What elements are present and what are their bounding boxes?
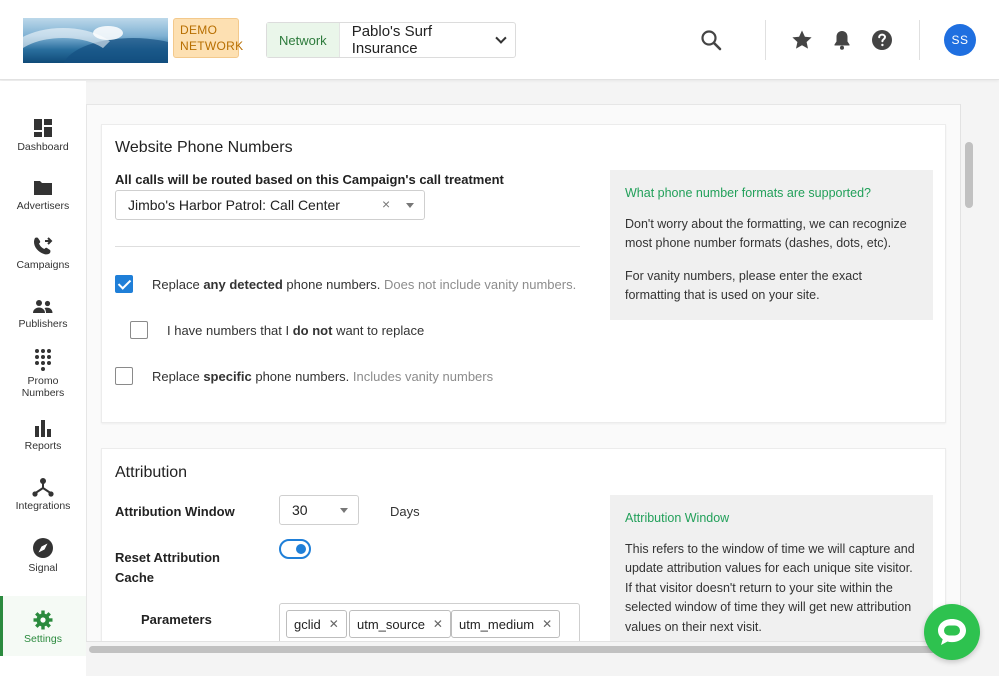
card-title: Attribution: [115, 464, 188, 481]
window-unit: Days: [390, 504, 420, 519]
sidebar-item-reports[interactable]: Reports: [0, 419, 86, 452]
sidebar-item-promo-numbers[interactable]: Promo Numbers: [0, 348, 86, 399]
sidebar-nav: Dashboard Advertisers Campaigns Publishe…: [0, 81, 86, 676]
option-label: Replace specific phone numbers. Includes…: [152, 368, 494, 384]
sidebar-item-integrations[interactable]: Integrations: [0, 477, 86, 512]
attribution-window-select[interactable]: 30: [279, 495, 359, 525]
chat-bubble-icon: [938, 619, 966, 645]
sidebar-item-publishers[interactable]: Publishers: [0, 299, 86, 330]
header-divider: [919, 20, 920, 60]
search-icon[interactable]: [699, 28, 723, 52]
attribution-window-value: 30: [292, 502, 308, 518]
remove-tag-icon[interactable]: ✕: [542, 617, 552, 631]
demo-badge-line1: DEMO: [180, 23, 218, 37]
demo-badge-line2: NETWORK: [180, 39, 244, 53]
brand-logo[interactable]: [23, 18, 168, 63]
replace-detected-checkbox[interactable]: [115, 275, 133, 293]
option-replace-specific[interactable]: Replace specific phone numbers. Includes…: [115, 367, 493, 385]
call-treatment-select[interactable]: Jimbo's Harbor Patrol: Call Center ×: [115, 190, 425, 220]
option-label: Replace any detected phone numbers. Does…: [152, 276, 577, 292]
sidebar-item-label: Integrations: [15, 500, 71, 512]
info-text: For vanity numbers, please enter the exa…: [625, 268, 862, 303]
phone-format-info: What phone number formats are supported?…: [610, 170, 933, 320]
dialpad-icon: [35, 349, 51, 371]
attribution-window-info: Attribution Window This refers to the wi…: [610, 495, 933, 655]
clear-icon[interactable]: ×: [382, 196, 390, 212]
website-phone-numbers-card: Website Phone Numbers All calls will be …: [101, 124, 946, 423]
info-title: What phone number formats are supported?: [625, 186, 871, 200]
sidebar-item-label: Settings: [24, 633, 62, 645]
replace-specific-checkbox[interactable]: [115, 367, 133, 385]
attribution-card: Attribution Attribution Window 30 Days R…: [101, 448, 946, 655]
sidebar-item-settings[interactable]: Settings: [0, 596, 86, 656]
sidebar-item-label-line2: Numbers: [21, 387, 65, 399]
info-text: Don't worry about the formatting, we can…: [625, 216, 907, 251]
sidebar-item-label: Campaigns: [16, 259, 70, 271]
option-exclude-numbers[interactable]: I have numbers that I do not want to rep…: [130, 321, 424, 339]
param-tag: utm_medium ✕: [451, 610, 561, 638]
remove-tag-icon[interactable]: ✕: [433, 617, 443, 631]
vertical-scrollbar[interactable]: [960, 104, 976, 656]
sidebar-item-signal[interactable]: Signal: [0, 537, 86, 574]
sidebar-item-dashboard[interactable]: Dashboard: [0, 118, 86, 153]
demo-network-badge: DEMO NETWORK: [173, 18, 244, 58]
caret-down-icon: [340, 508, 348, 513]
sidebar-item-label: Reports: [24, 440, 62, 452]
sidebar-item-label: Publishers: [18, 318, 68, 330]
chat-button[interactable]: [924, 604, 980, 660]
help-icon[interactable]: [870, 28, 894, 52]
reset-cache-toggle[interactable]: [279, 539, 311, 559]
card-title: Website Phone Numbers: [115, 139, 293, 156]
call-treatment-value: Jimbo's Harbor Patrol: Call Center: [128, 197, 340, 213]
folder-icon: [34, 181, 52, 195]
remove-tag-icon[interactable]: ✕: [329, 617, 339, 631]
bar-chart-icon: [35, 420, 51, 437]
sidebar-item-campaigns[interactable]: Campaigns: [0, 236, 86, 271]
scroll-thumb[interactable]: [965, 142, 973, 208]
network-label: Network: [267, 23, 340, 57]
sidebar-item-advertisers[interactable]: Advertisers: [0, 179, 86, 212]
sidebar-item-label: Signal: [28, 562, 58, 574]
top-bar: DEMO NETWORK Network Pablo's Surf Insura…: [0, 0, 999, 80]
sidebar-item-label: Dashboard: [17, 141, 69, 153]
routing-label: All calls will be routed based on this C…: [115, 172, 504, 187]
sidebar-item-label: Advertisers: [16, 200, 70, 212]
reset-cache-label: Reset Attribution Cache: [115, 550, 220, 585]
gear-icon: [33, 610, 53, 630]
exclude-numbers-checkbox[interactable]: [130, 321, 148, 339]
network-name: Pablo's Surf Insurance: [351, 23, 433, 57]
compass-icon: [33, 538, 53, 558]
dashboard-icon: [34, 119, 52, 137]
caret-down-icon: [406, 203, 414, 208]
param-tag: gclid ✕: [286, 610, 347, 638]
info-title: Attribution Window: [625, 511, 730, 525]
info-text: This refers to the window of time we wil…: [625, 541, 915, 634]
people-icon: [33, 300, 53, 313]
option-label: I have numbers that I do not want to rep…: [167, 322, 425, 338]
network-icon: [32, 478, 54, 497]
bell-icon[interactable]: [830, 28, 854, 52]
network-select[interactable]: Network Pablo's Surf Insurance: [266, 22, 516, 58]
main-content: Website Phone Numbers All calls will be …: [86, 104, 975, 656]
network-value[interactable]: Pablo's Surf Insurance: [340, 23, 515, 57]
header-divider: [765, 20, 766, 60]
option-replace-detected[interactable]: Replace any detected phone numbers. Does…: [115, 275, 576, 293]
sidebar-item-label-line1: Promo: [27, 375, 59, 387]
user-avatar[interactable]: SS: [944, 24, 976, 56]
attribution-window-label: Attribution Window: [115, 504, 235, 519]
phone-forward-icon: [34, 237, 53, 255]
parameters-label: Parameters: [141, 612, 212, 627]
divider: [115, 246, 580, 247]
param-tag: utm_source ✕: [349, 610, 451, 638]
horizontal-scrollbar[interactable]: [86, 641, 960, 656]
star-icon[interactable]: [790, 28, 814, 52]
scroll-thumb[interactable]: [89, 646, 947, 653]
